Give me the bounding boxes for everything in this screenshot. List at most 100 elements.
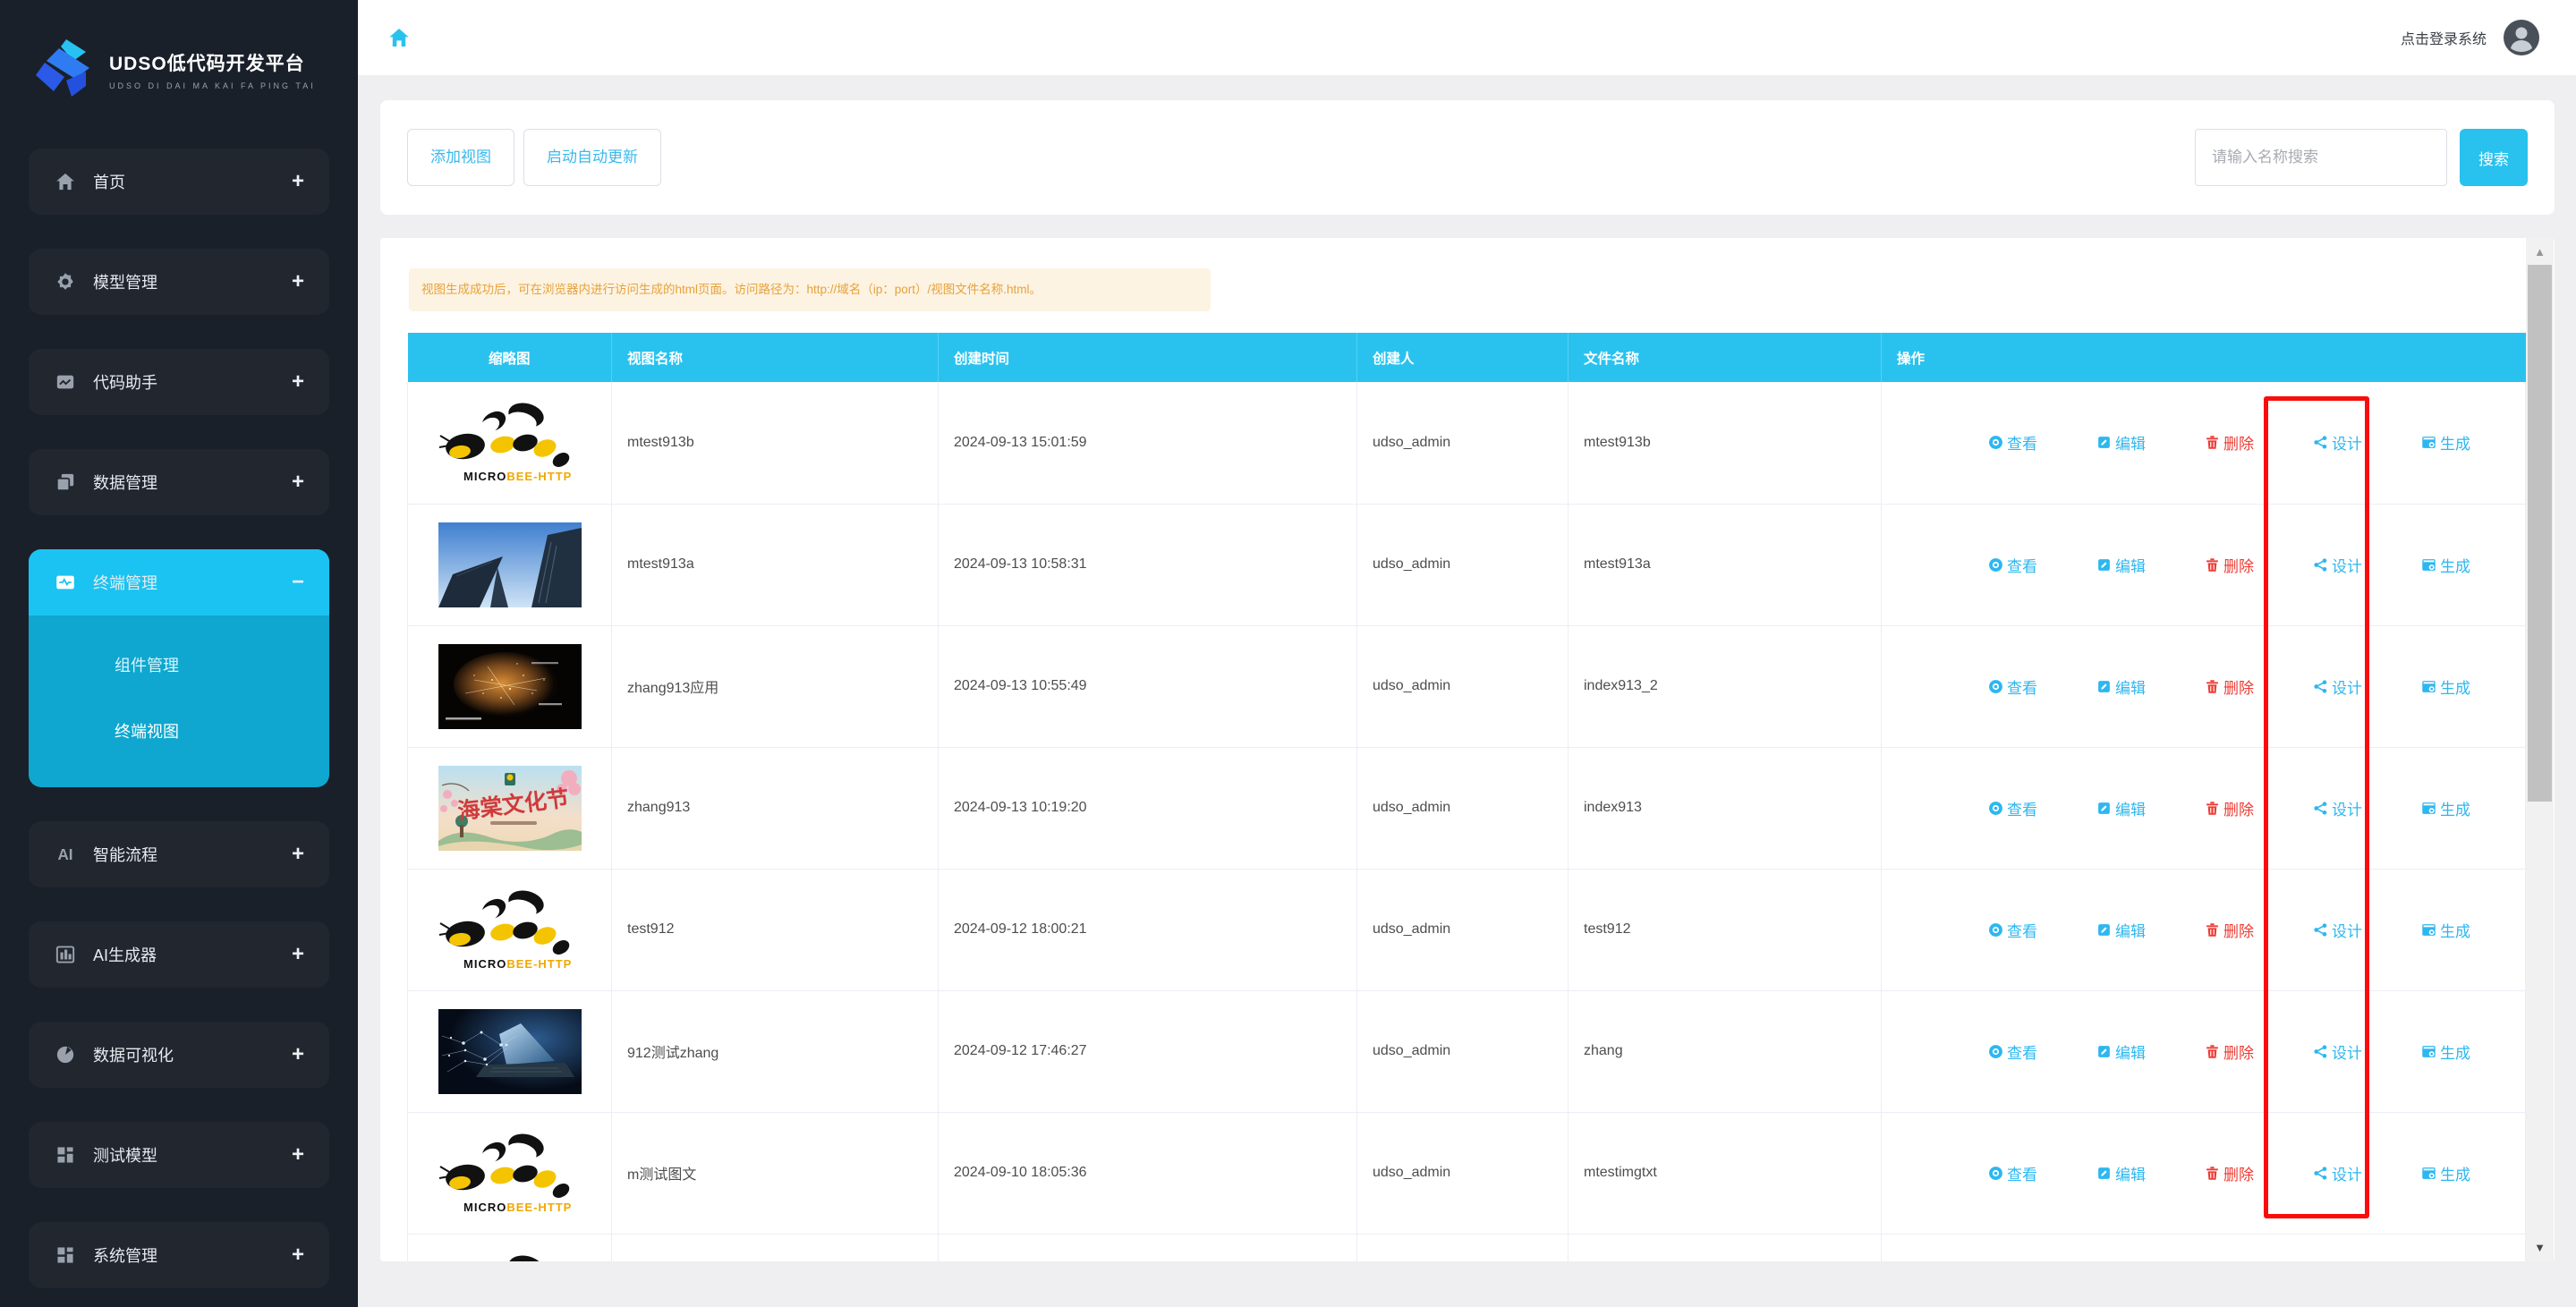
create-time-cell: 2024-09-12 17:46:27 — [939, 990, 1357, 1112]
svg-text:MICROBEE-HTTP: MICROBEE-HTTP — [463, 470, 572, 483]
view-link[interactable]: 查看 — [1988, 431, 2037, 454]
generate-link[interactable]: 生成 — [2421, 919, 2470, 941]
user-avatar-icon[interactable] — [2503, 19, 2540, 56]
expand-icon[interactable]: + — [292, 171, 304, 192]
generate-link[interactable]: 生成 — [2421, 797, 2470, 819]
expand-icon[interactable]: + — [292, 1144, 304, 1166]
design-link[interactable]: 设计 — [2313, 1040, 2362, 1063]
sidebar-item-monitor-4[interactable]: 终端管理 − 组件管理终端视图 — [29, 549, 329, 787]
generate-link[interactable]: 生成 — [2421, 1040, 2470, 1063]
creator-cell: udso_admin — [1357, 382, 1569, 504]
create-time-cell: 2024-09-10 18:05:36 — [939, 1112, 1357, 1234]
creator-cell: udso_admin — [1357, 990, 1569, 1112]
generate-link[interactable]: 生成 — [2421, 554, 2470, 576]
creator-cell: udso_admin — [1357, 869, 1569, 990]
edit-link[interactable]: 编辑 — [2096, 554, 2146, 576]
sidebar: UDSO低代码开发平台 UDSO DI DAI MA KAI FA PING T… — [0, 0, 358, 1307]
sidebar-item-label: 系统管理 — [93, 1243, 292, 1267]
expand-icon[interactable]: + — [292, 371, 304, 393]
vertical-scrollbar[interactable]: ▲ ▼ — [2526, 238, 2554, 1261]
view-link[interactable]: 查看 — [1988, 1040, 2037, 1063]
design-link[interactable]: 设计 — [2313, 797, 2362, 819]
search-input[interactable] — [2195, 129, 2447, 186]
row-operations: 查看 编辑 删除 设计 生成 — [1897, 554, 2510, 576]
scroll-down-arrow[interactable]: ▼ — [2526, 1241, 2554, 1254]
expand-icon[interactable]: − — [292, 572, 304, 593]
expand-icon[interactable]: + — [292, 844, 304, 865]
delete-link[interactable]: 删除 — [2205, 675, 2254, 698]
toolbar: 添加视图 启动自动更新 搜索 — [380, 100, 2555, 215]
sidebar-item-bars-6[interactable]: AI生成器 + — [29, 921, 329, 988]
delete-link[interactable]: 删除 — [2205, 1040, 2254, 1063]
creator-cell: udso_admin — [1357, 625, 1569, 747]
delete-link[interactable]: 删除 — [2205, 554, 2254, 576]
creator-cell: udso_admin — [1357, 1112, 1569, 1234]
edit-link[interactable]: 编辑 — [2096, 1162, 2146, 1184]
create-time-cell: 2024-09-13 10:19:20 — [939, 747, 1357, 869]
sidebar-item-grid-9[interactable]: 系统管理 + — [29, 1222, 329, 1288]
edit-link[interactable]: 编辑 — [2096, 919, 2146, 941]
expand-icon[interactable]: + — [292, 1244, 304, 1266]
design-link[interactable]: 设计 — [2313, 554, 2362, 576]
creator-cell — [1357, 1234, 1569, 1261]
submenu-item[interactable]: 终端视图 — [29, 698, 329, 764]
view-link[interactable]: 查看 — [1988, 675, 2037, 698]
sidebar-item-home-0[interactable]: 首页 + — [29, 149, 329, 215]
view-link[interactable]: 查看 — [1988, 797, 2037, 819]
delete-link[interactable]: 删除 — [2205, 919, 2254, 941]
login-button[interactable]: 点击登录系统 — [2401, 27, 2487, 48]
thumbnail-laptop-network — [438, 1009, 582, 1094]
sidebar-item-label: 首页 — [93, 170, 292, 193]
create-time-cell: 2024-09-12 18:00:21 — [939, 869, 1357, 990]
delete-link[interactable]: 删除 — [2205, 431, 2254, 454]
submenu-item[interactable]: 组件管理 — [29, 632, 329, 698]
sidebar-item-ai-5[interactable]: AI 智能流程 + — [29, 821, 329, 887]
thumbnail-bee-logo: MICROBEE-HTTP — [438, 887, 582, 972]
generate-link[interactable]: 生成 — [2421, 675, 2470, 698]
thumbnail-festival: 海棠文化节 — [438, 766, 582, 851]
bars-icon — [55, 945, 75, 964]
edit-link[interactable]: 编辑 — [2096, 431, 2146, 454]
sidebar-item-label: 智能流程 — [93, 843, 292, 866]
main-area: 点击登录系统 添加视图 启动自动更新 搜索 视图生成成功后，可在浏览器内进行访问… — [358, 0, 2576, 1307]
pie-icon — [55, 1045, 75, 1065]
design-link[interactable]: 设计 — [2313, 1162, 2362, 1184]
scrollbar-thumb[interactable] — [2528, 265, 2552, 802]
view-list-panel: 视图生成成功后，可在浏览器内进行访问生成的html页面。访问路径为：http:/… — [380, 238, 2555, 1261]
edit-link[interactable]: 编辑 — [2096, 797, 2146, 819]
file-name-cell: mtest913b — [1569, 382, 1882, 504]
sidebar-item-grid-8[interactable]: 测试模型 + — [29, 1122, 329, 1188]
sidebar-item-copy-3[interactable]: 数据管理 + — [29, 449, 329, 515]
start-auto-update-button[interactable]: 启动自动更新 — [523, 129, 661, 186]
table-header-row: 缩略图视图名称创建时间创建人文件名称操作 — [408, 333, 2526, 382]
expand-icon[interactable]: + — [292, 944, 304, 965]
gear-icon — [55, 272, 75, 292]
row-operations: 查看 编辑 删除 设计 生成 — [1897, 919, 2510, 941]
home-icon[interactable] — [388, 27, 410, 48]
delete-link[interactable]: 删除 — [2205, 797, 2254, 819]
view-link[interactable]: 查看 — [1988, 1162, 2037, 1184]
generate-link[interactable]: 生成 — [2421, 1162, 2470, 1184]
sidebar-item-label: AI生成器 — [93, 943, 292, 966]
design-link[interactable]: 设计 — [2313, 431, 2362, 454]
sidebar-item-image-2[interactable]: 代码助手 + — [29, 349, 329, 415]
column-header: 文件名称 — [1569, 333, 1882, 382]
sidebar-item-gear-1[interactable]: 模型管理 + — [29, 249, 329, 315]
sidebar-item-pie-7[interactable]: 数据可视化 + — [29, 1022, 329, 1088]
expand-icon[interactable]: + — [292, 471, 304, 493]
edit-link[interactable]: 编辑 — [2096, 675, 2146, 698]
view-link[interactable]: 查看 — [1988, 554, 2037, 576]
scroll-up-arrow[interactable]: ▲ — [2526, 245, 2554, 259]
delete-link[interactable]: 删除 — [2205, 1162, 2254, 1184]
edit-link[interactable]: 编辑 — [2096, 1040, 2146, 1063]
expand-icon[interactable]: + — [292, 1044, 304, 1065]
design-link[interactable]: 设计 — [2313, 675, 2362, 698]
image-icon — [55, 372, 75, 392]
design-link[interactable]: 设计 — [2313, 919, 2362, 941]
expand-icon[interactable]: + — [292, 271, 304, 293]
add-view-button[interactable]: 添加视图 — [407, 129, 514, 186]
view-link[interactable]: 查看 — [1988, 919, 2037, 941]
search-button[interactable]: 搜索 — [2460, 129, 2528, 186]
svg-text:MICROBEE-HTTP: MICROBEE-HTTP — [463, 957, 572, 971]
generate-link[interactable]: 生成 — [2421, 431, 2470, 454]
